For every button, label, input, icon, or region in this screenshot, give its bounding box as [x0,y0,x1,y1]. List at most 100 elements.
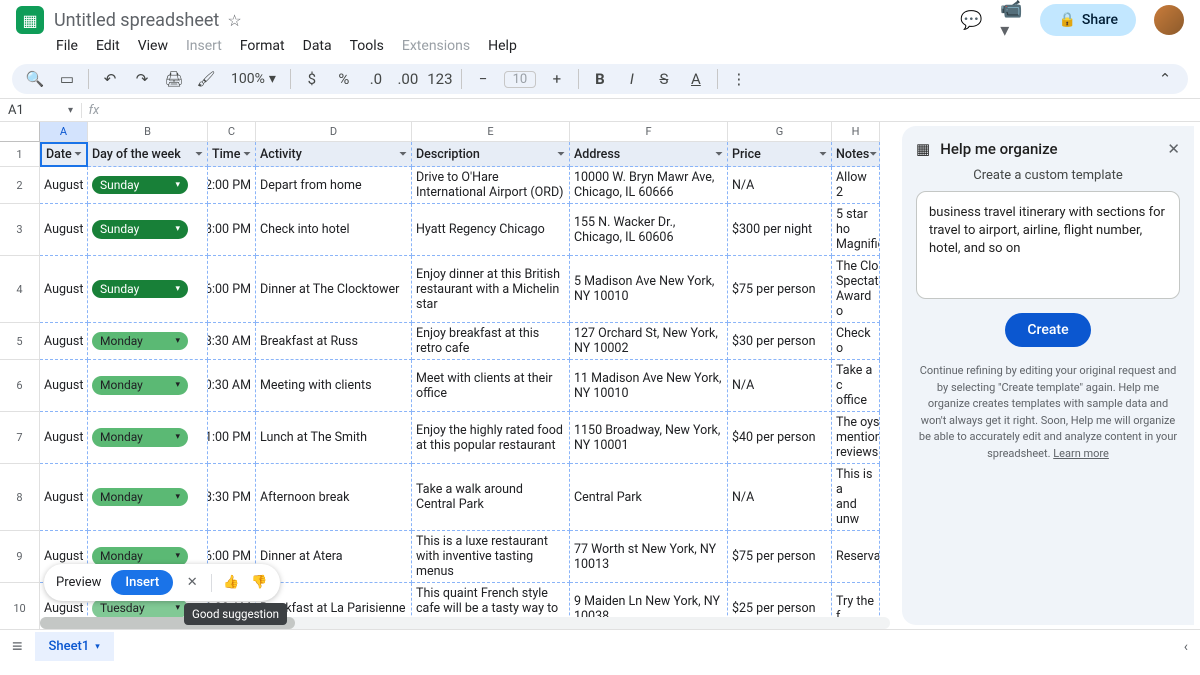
cell-description[interactable]: Take a walk around Central Park [412,464,570,531]
cell-day[interactable]: Monday▾ [88,323,208,360]
menu-edit[interactable]: Edit [96,38,120,54]
percent-icon[interactable]: % [333,68,355,90]
cell-address[interactable]: 155 N. Wacker Dr., Chicago, IL 60606 [570,204,728,256]
cell-description[interactable]: Enjoy the highly rated food at this popu… [412,412,570,464]
strike-icon[interactable]: S [653,68,675,90]
cell-activity[interactable]: Dinner at The Clocktower [256,256,412,323]
cell-activity[interactable]: Meeting with clients [256,360,412,412]
cell-date[interactable]: August 7 [40,256,88,323]
cell-date[interactable]: August 8 [40,360,88,412]
cell-notes[interactable]: Check o [832,323,880,360]
cell-price[interactable]: $40 per person [728,412,832,464]
cell-description[interactable]: Enjoy breakfast at this retro cafe [412,323,570,360]
row-header[interactable]: 10 [0,583,40,629]
cell-description[interactable]: This is a luxe restaurant with inventive… [412,531,570,583]
cell-date[interactable]: August 8 [40,464,88,531]
row-header[interactable]: 3 [0,204,40,256]
cell-address[interactable]: 1150 Broadway, New York, NY 10001 [570,412,728,464]
doc-title[interactable]: Untitled spreadsheet [54,10,219,31]
cell-day[interactable]: Monday▾ [88,464,208,531]
cell-date[interactable]: August 7 [40,167,88,204]
column-header[interactable]: B [88,122,208,142]
sheet-tab[interactable]: Sheet1 ▾ [35,632,114,661]
cell-activity[interactable]: Dinner at Atera [256,531,412,583]
cell-date[interactable]: August 7 [40,204,88,256]
cell-price[interactable]: N/A [728,464,832,531]
increase-decimal-icon[interactable]: .00 [397,68,419,90]
table-header-cell[interactable]: Day of the week⏷ [88,142,208,167]
cell-reference[interactable]: A1 ▾ [0,103,82,118]
insert-button[interactable]: Insert [111,570,173,595]
cell-notes[interactable]: This is aand unw [832,464,880,531]
cell-time[interactable]: 10:30 AM [208,360,256,412]
cell-address[interactable]: 5 Madison Ave New York, NY 10010 [570,256,728,323]
cell-day[interactable]: Sunday▾ [88,256,208,323]
row-header[interactable]: 7 [0,412,40,464]
print-icon[interactable]: 🖨 [163,68,185,90]
row-header[interactable]: 9 [0,531,40,583]
cell-price[interactable]: $75 per person [728,256,832,323]
column-header[interactable]: F [570,122,728,142]
row-header[interactable]: 8 [0,464,40,531]
thumbs-down-icon[interactable]: 👎 [250,574,268,592]
search-menu-icon[interactable]: ▭ [56,68,78,90]
cell-price[interactable]: $75 per person [728,531,832,583]
cell-day[interactable]: Monday▾ [88,412,208,464]
cell-activity[interactable]: Breakfast at Russ [256,323,412,360]
row-header[interactable]: 4 [0,256,40,323]
collapse-toolbar-icon[interactable]: ⌃ [1154,68,1176,90]
avatar[interactable] [1154,5,1184,35]
sheets-logo[interactable]: ▦ [16,6,44,34]
italic-icon[interactable]: I [621,68,643,90]
column-header[interactable]: E [412,122,570,142]
column-header[interactable]: G [728,122,832,142]
cell-time[interactable]: 6:00 PM [208,256,256,323]
menu-view[interactable]: View [138,38,168,54]
table-header-cell[interactable]: Date⏷ [40,142,88,167]
cell-address[interactable]: Central Park [570,464,728,531]
table-header-cell[interactable]: Time⏷ [208,142,256,167]
cell-price[interactable]: N/A [728,167,832,204]
learn-more-link[interactable]: Learn more [1053,447,1109,460]
menu-data[interactable]: Data [303,38,332,54]
cell-activity[interactable]: Check into hotel [256,204,412,256]
more-icon[interactable]: ⋮ [728,68,750,90]
share-button[interactable]: 🔒 Share [1040,4,1136,36]
cell-time[interactable]: 3:30 PM [208,464,256,531]
menu-tools[interactable]: Tools [350,38,384,54]
cell-date[interactable]: August 8 [40,412,88,464]
cell-time[interactable]: 2:00 PM [208,167,256,204]
cell-description[interactable]: Hyatt Regency Chicago [412,204,570,256]
table-header-cell[interactable]: Price⏷ [728,142,832,167]
cell-description[interactable]: Enjoy dinner at this British restaurant … [412,256,570,323]
cell-time[interactable]: 1:00 PM [208,412,256,464]
menu-help[interactable]: Help [488,38,517,54]
menu-extensions[interactable]: Extensions [402,38,470,54]
row-header[interactable]: 6 [0,360,40,412]
cell-price[interactable]: $30 per person [728,323,832,360]
cell-notes[interactable]: 5 star hoMagnific [832,204,880,256]
menu-insert[interactable]: Insert [186,38,222,54]
cell-description[interactable]: Drive to O'Hare International Airport (O… [412,167,570,204]
cell-price[interactable]: N/A [728,360,832,412]
cell-notes[interactable]: Take a coffice [832,360,880,412]
table-header-cell[interactable]: Activity⏷ [256,142,412,167]
column-header[interactable]: C [208,122,256,142]
cell-day[interactable]: Monday▾ [88,360,208,412]
menu-format[interactable]: Format [240,38,285,54]
cell-time[interactable]: 3:00 PM [208,204,256,256]
currency-icon[interactable]: $ [301,68,323,90]
column-header[interactable]: H [832,122,880,142]
cell-address[interactable]: 77 Worth st New York, NY 10013 [570,531,728,583]
zoom-select[interactable]: 100%▾ [227,71,280,87]
cell-description[interactable]: Meet with clients at their office [412,360,570,412]
horizontal-scrollbar[interactable] [40,617,890,629]
cell-time[interactable]: 8:30 AM [208,323,256,360]
cell-activity[interactable]: Depart from home [256,167,412,204]
select-all-corner[interactable] [0,122,40,142]
expand-sidepanel-icon[interactable]: ‹ [1184,639,1188,655]
thumbs-up-icon[interactable]: 👍 [222,574,240,592]
create-button[interactable]: Create [1005,313,1090,347]
cell-activity[interactable]: Afternoon break [256,464,412,531]
redo-icon[interactable]: ↷ [131,68,153,90]
